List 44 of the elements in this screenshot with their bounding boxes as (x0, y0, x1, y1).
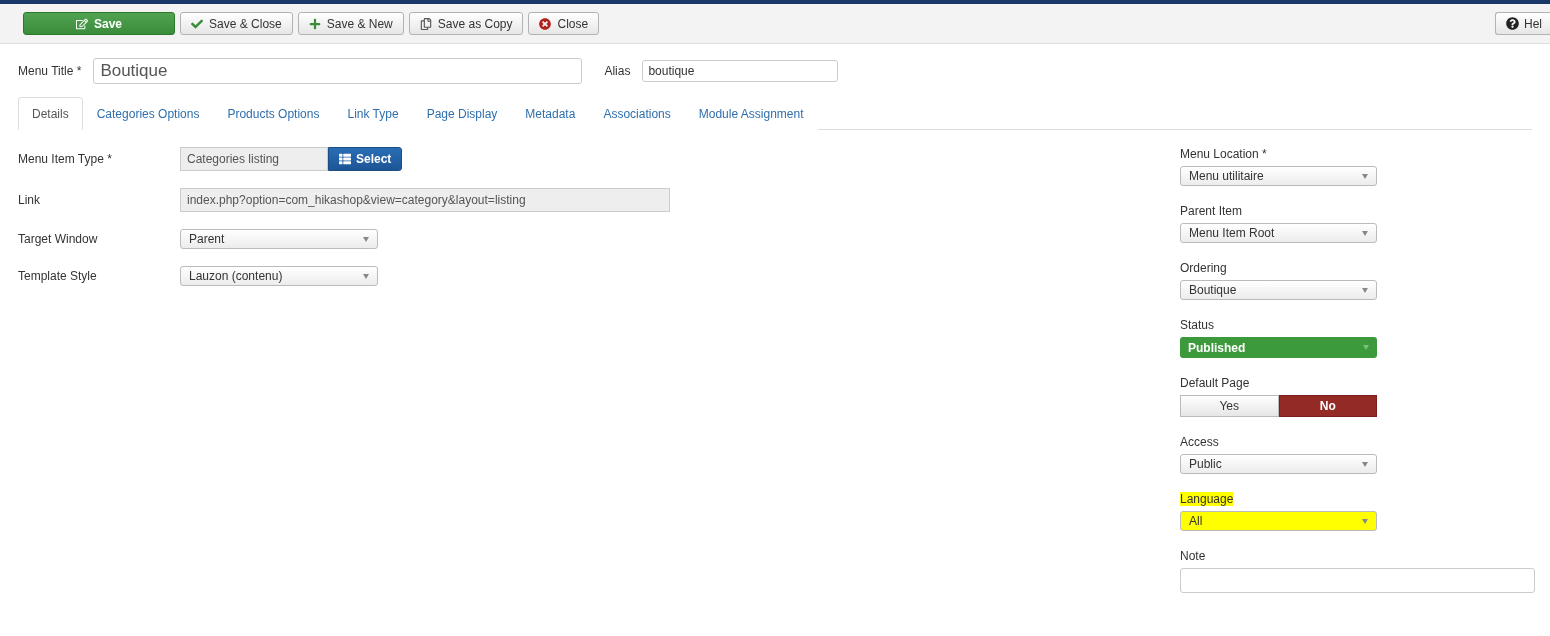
field-label: Default Page (1180, 376, 1250, 390)
toolbar-button[interactable]: Save as Copy (408, 12, 524, 35)
field-label: Note (1180, 549, 1206, 563)
field-label: Template Style (18, 269, 98, 283)
close-icon (539, 17, 552, 30)
toolbar-button[interactable]: Save & New (297, 12, 404, 35)
field-label: Menu Item Type * (18, 152, 113, 166)
help-icon (1506, 17, 1519, 30)
field-label: Alias (604, 64, 631, 78)
plus-icon (308, 17, 321, 30)
note-input[interactable] (1180, 568, 1535, 593)
check-icon (191, 17, 204, 30)
tab[interactable]: Details (18, 97, 83, 130)
toggle-option[interactable]: No (1278, 395, 1377, 417)
menu-item-type-field: Categories listing (180, 147, 328, 171)
field-label: Status (1180, 318, 1215, 332)
field-label: Menu Location * (1180, 147, 1267, 161)
field-label: Target Window (18, 232, 99, 246)
select-dropdown[interactable]: Lauzon (contenu) (180, 266, 378, 286)
select-dropdown[interactable]: Public (1180, 454, 1377, 474)
copy-icon (419, 17, 432, 30)
toolbar-button[interactable]: Close (528, 12, 600, 35)
toolbar-button[interactable]: Save & Close (180, 12, 293, 35)
field-label: Language (1180, 492, 1234, 506)
title-input[interactable]: Boutique (93, 58, 583, 84)
link-field: index.php?option=com_hikashop&view=category&layout=listing (180, 188, 670, 212)
select-dropdown[interactable]: Boutique (1180, 280, 1377, 300)
field-label: Link (18, 193, 41, 207)
edit-icon (76, 17, 88, 30)
select-dropdown[interactable]: Parent (180, 229, 378, 249)
alias-input[interactable]: boutique (642, 60, 839, 82)
select-dropdown[interactable]: All (1180, 511, 1377, 531)
select-dropdown[interactable]: Menu Item Root (1180, 223, 1377, 243)
field-label: Parent Item (1180, 204, 1243, 218)
toolbar-button[interactable]: Save (23, 12, 176, 35)
help-button[interactable]: Hel (1495, 12, 1550, 35)
select-dropdown[interactable]: Menu utilitaire (1180, 166, 1377, 186)
select-button[interactable]: Select (328, 147, 403, 171)
field-label: Menu Title * (18, 64, 82, 78)
field-label: Access (1180, 435, 1219, 449)
list-icon (339, 153, 351, 165)
status-dropdown[interactable]: Published (1180, 337, 1377, 358)
field-label: Ordering (1180, 261, 1227, 275)
toggle-option[interactable]: Yes (1180, 395, 1279, 417)
